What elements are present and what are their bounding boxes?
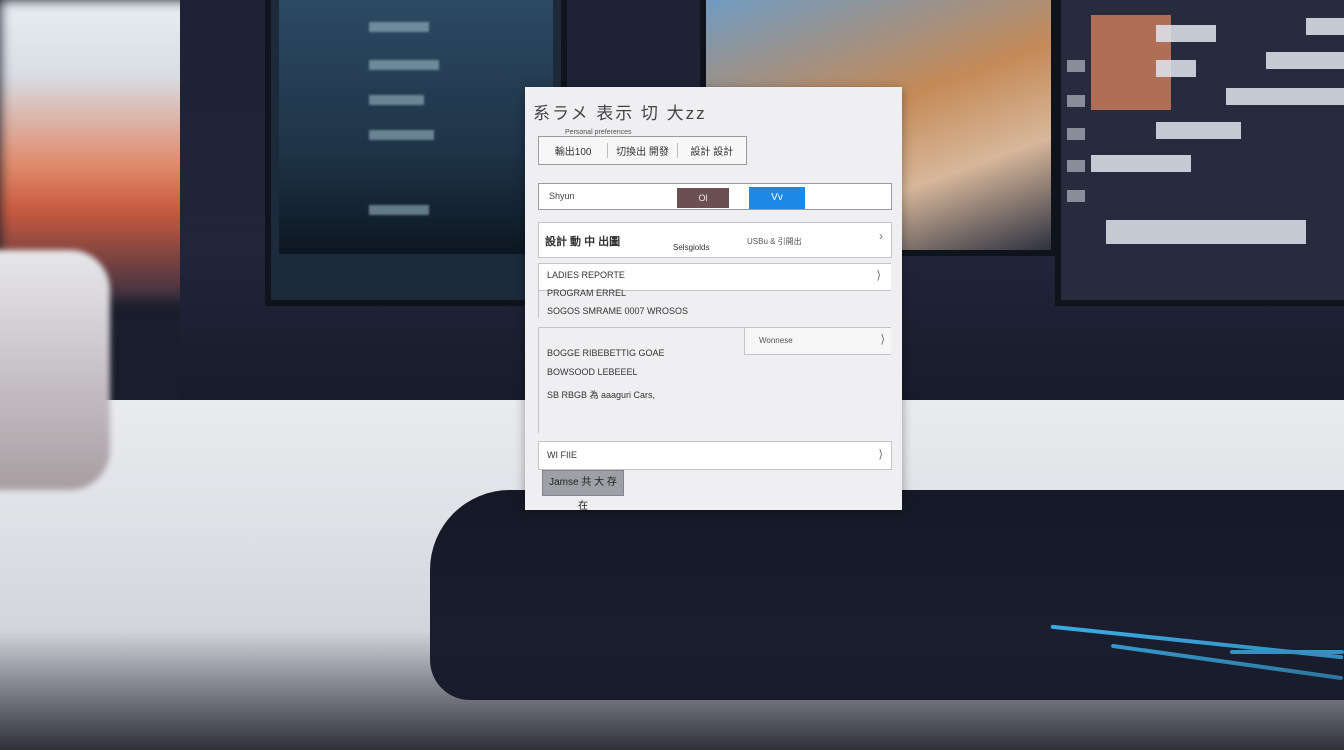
settings-section-1: LADIES REPORTE PROGRAM ERREL SOGOS SMRAM… xyxy=(538,263,891,318)
screen-tag xyxy=(1067,190,1085,202)
left-monitor xyxy=(265,0,567,306)
section-line: SOGOS SMRAME 0007 WROSOS xyxy=(547,306,689,316)
screen-bar xyxy=(1226,88,1344,105)
wifi-label: WI FIIE xyxy=(547,450,577,460)
dropdown-value: Wonnese xyxy=(759,336,793,345)
screen-row xyxy=(369,95,424,105)
wifi-row[interactable]: WI FIIE ⟩ xyxy=(538,441,892,470)
screen-tag xyxy=(1067,128,1085,140)
chevron-right-icon[interactable]: ⟩ xyxy=(876,268,881,282)
section-line: SB RBGB 為 aaaguri Cars, xyxy=(547,390,656,400)
segment-3[interactable]: 設計 設計 xyxy=(676,143,746,158)
segment-1[interactable]: 輸出100 xyxy=(539,143,607,158)
screen-bar xyxy=(1266,52,1344,69)
chevron-right-icon: ⟩ xyxy=(878,447,883,461)
row-value: USBu & 引開出 xyxy=(747,237,802,246)
input-text[interactable]: Shyun xyxy=(549,191,575,201)
field-caption: Personal preferences xyxy=(565,129,632,136)
apply-button[interactable]: Jamse 共 大 存 在 xyxy=(542,470,624,512)
row-subtitle: Selsgiolds xyxy=(673,243,710,252)
left-monitor-screen xyxy=(279,0,553,254)
section-line: LADIES REPORTE xyxy=(547,270,625,280)
input-toolbar: Shyun Ol Vv xyxy=(538,183,892,210)
preferences-dialog: 系ラメ 表示 切 大zz Personal preferences 輸出100 … xyxy=(525,87,902,512)
option-row[interactable]: 設計 動 中 出圖 Selsgiolds USBu & 引開出 › xyxy=(538,222,892,258)
segmented-control: 輸出100 切換出 開發 設計 設計 xyxy=(538,136,747,165)
confirm-button[interactable]: Vv xyxy=(749,187,805,209)
screen-bar xyxy=(1306,18,1344,35)
chair xyxy=(0,250,110,490)
section-dropdown[interactable]: Wonnese ⟩ xyxy=(744,328,891,355)
screen-row xyxy=(369,22,429,32)
settings-section-2: Wonnese ⟩ BOGGE RIBEBETTIG GOAE BOWSOOD … xyxy=(538,327,891,433)
section-line: BOGGE RIBEBETTIG GOAE xyxy=(547,348,665,358)
chevron-right-icon: ⟩ xyxy=(880,332,885,346)
screen-row xyxy=(369,130,434,140)
segment-2[interactable]: 切換出 開發 xyxy=(607,143,676,158)
screen-tag xyxy=(1067,95,1085,107)
screen-bar xyxy=(1156,60,1196,77)
row-label: 設計 動 中 出圖 xyxy=(545,236,621,248)
screen-bar xyxy=(1106,220,1306,244)
section-line: PROGRAM ERREL xyxy=(547,288,627,298)
floor-shadow xyxy=(0,630,1344,750)
section-line: BOWSOOD LEBEEEL xyxy=(547,367,638,377)
ok-button[interactable]: Ol xyxy=(677,188,729,208)
screen-tag xyxy=(1067,60,1085,72)
screen-row xyxy=(369,205,429,215)
chevron-right-icon: › xyxy=(879,229,883,243)
dialog-title: 系ラメ 表示 切 大zz xyxy=(533,104,707,123)
screen-bar xyxy=(1156,122,1241,139)
screen-row xyxy=(369,60,439,70)
screen-tag xyxy=(1067,160,1085,172)
screen-bar xyxy=(1156,25,1216,42)
screen-bar xyxy=(1091,155,1191,172)
right-monitor xyxy=(1055,0,1344,306)
